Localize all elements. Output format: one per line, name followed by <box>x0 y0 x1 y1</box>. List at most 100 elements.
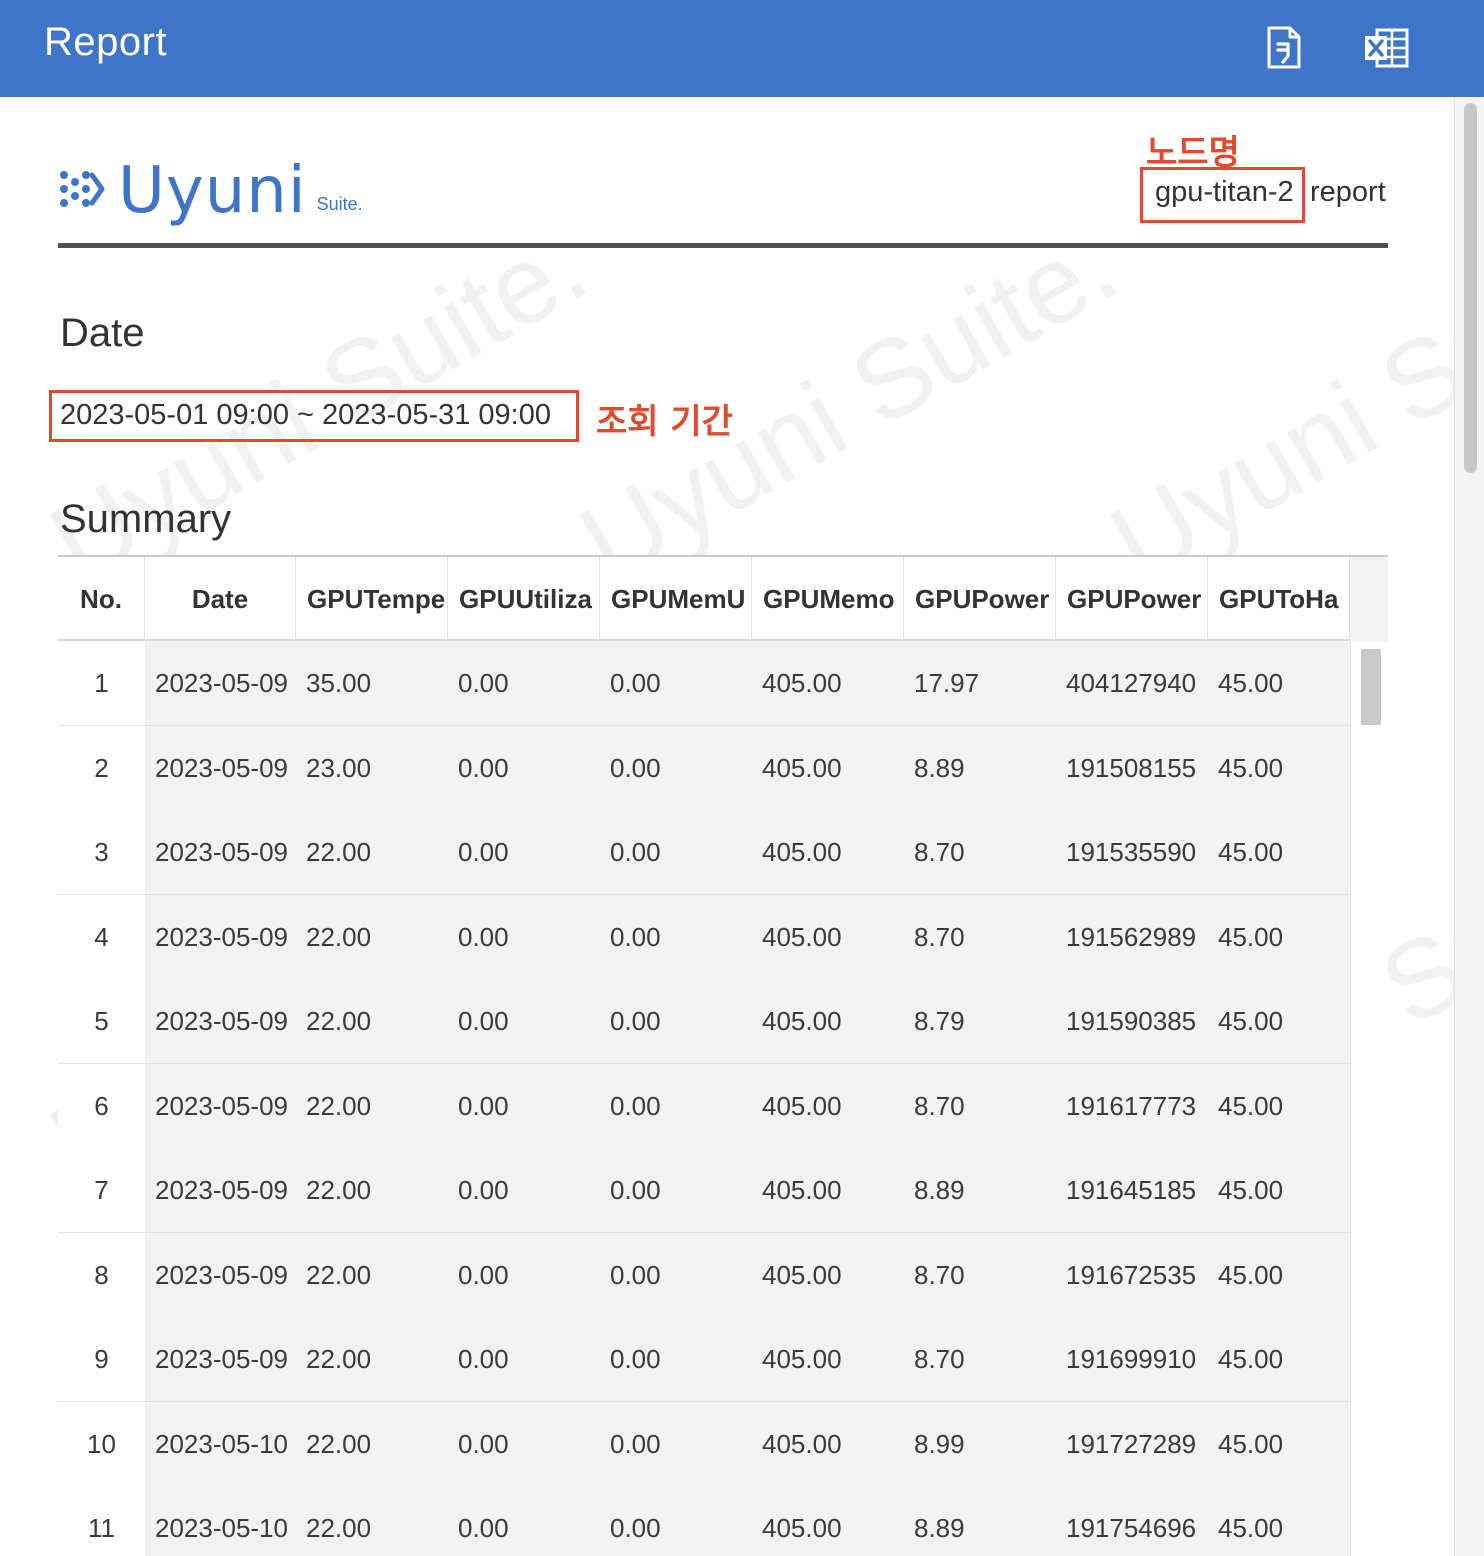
table-scrollbar-thumb[interactable] <box>1361 649 1381 725</box>
table-cell: 405.00 <box>762 1259 842 1290</box>
row-number: 6 <box>58 1063 145 1148</box>
row-number: 1 <box>58 641 145 725</box>
row-number: 2 <box>58 725 145 810</box>
column-header[interactable]: GPUToHa <box>1208 557 1350 641</box>
table-cell: 405.00 <box>762 1090 842 1121</box>
table-cell: 22.00 <box>306 837 372 867</box>
file-excel-icon[interactable] <box>1362 24 1410 72</box>
table-cell: 23.00 <box>306 752 372 783</box>
column-header[interactable]: GPUPower <box>1056 557 1208 641</box>
table-row[interactable]: 4 2023-05-09 22.00 0.00 0.00 405.00 8.70 191562… <box>58 894 1350 979</box>
table-cell: 0.00 <box>610 1090 661 1121</box>
table-cell: 8.70 <box>914 1090 965 1121</box>
row-number: 3 <box>58 810 145 894</box>
table-cell: 0.00 <box>458 1175 509 1205</box>
logo-suffix: Suite. <box>316 194 363 214</box>
table-cell: 2023-05-09 <box>155 837 288 867</box>
table-cell: 191672535 <box>1066 1259 1197 1290</box>
row-number: 5 <box>58 979 145 1063</box>
row-number: 7 <box>58 1148 145 1232</box>
table-cell: 45.00 <box>1218 1259 1284 1290</box>
table-row[interactable]: 8 2023-05-09 22.00 0.00 0.00 405.00 8.70 191672… <box>58 1232 1350 1317</box>
column-header[interactable]: GPUMemU <box>600 557 752 641</box>
column-header[interactable]: Date <box>145 557 296 641</box>
table-cell: 191699910 <box>1066 1344 1197 1374</box>
page-scrollbar[interactable] <box>1454 97 1484 1556</box>
table-scrollbar[interactable] <box>1350 641 1388 1556</box>
summary-section-title: Summary <box>60 497 232 541</box>
table-cell: 2023-05-10 <box>155 1513 288 1543</box>
table-cell: 191508155 <box>1066 752 1197 783</box>
table-cell: 0.00 <box>458 1006 509 1036</box>
table-cell: 45.00 <box>1218 668 1284 698</box>
table-cell: 45.00 <box>1218 1006 1284 1036</box>
table-cell: 22.00 <box>306 1259 372 1290</box>
table-row[interactable]: 6 2023-05-09 22.00 0.00 0.00 405.00 8.70 191617… <box>58 1063 1350 1148</box>
table-cell: 2023-05-09 <box>155 1344 288 1374</box>
table-row[interactable]: 2 2023-05-09 23.00 0.00 0.00 405.00 8.89 191508… <box>58 725 1350 810</box>
table-cell: 2023-05-09 <box>155 921 288 952</box>
table-cell: 8.99 <box>914 1428 965 1459</box>
table-cell: 0.00 <box>458 752 509 783</box>
date-range: 2023-05-01 09:00 ~ 2023-05-31 09:00 <box>60 399 551 431</box>
table-cell: 0.00 <box>610 1344 661 1374</box>
table-cell: 191562989 <box>1066 921 1197 952</box>
table-row[interactable]: 3 2023-05-09 22.00 0.00 0.00 405.00 8.70 191535… <box>58 810 1350 895</box>
table-cell: 405.00 <box>762 1344 842 1374</box>
table-cell: 0.00 <box>610 1513 661 1543</box>
table-cell: 0.00 <box>610 1006 661 1036</box>
table-cell: 191754696 <box>1066 1513 1197 1543</box>
summary-table[interactable]: No. Date GPUTempe GPUUtiliza GPUMemU GPU… <box>58 555 1388 1556</box>
date-section-title: Date <box>60 311 145 355</box>
table-cell: 404127940 <box>1066 668 1197 698</box>
table-row[interactable]: 9 2023-05-09 22.00 0.00 0.00 405.00 8.70 191699… <box>58 1317 1350 1402</box>
table-cell: 191617773 <box>1066 1090 1197 1121</box>
table-cell: 35.00 <box>306 668 372 698</box>
column-header[interactable]: GPUTempe <box>296 557 448 641</box>
table-cell: 405.00 <box>762 1175 842 1205</box>
table-cell: 22.00 <box>306 1513 372 1543</box>
table-row[interactable]: 7 2023-05-09 22.00 0.00 0.00 405.00 8.89 191645… <box>58 1148 1350 1233</box>
table-body: 1 2023-05-09 35.00 0.00 0.00 405.00 17.97 40412… <box>58 641 1350 1556</box>
report-title: Report <box>44 20 168 64</box>
table-row[interactable]: 5 2023-05-09 22.00 0.00 0.00 405.00 8.79 191590… <box>58 979 1350 1064</box>
table-cell: 405.00 <box>762 837 842 867</box>
column-header[interactable]: No. <box>58 557 145 641</box>
table-cell: 22.00 <box>306 1006 372 1036</box>
table-cell: 45.00 <box>1218 1428 1284 1459</box>
table-cell: 22.00 <box>306 1175 372 1205</box>
node-report-label: report <box>1310 176 1386 208</box>
uyuni-logo: Uyuni Suite. <box>58 157 363 223</box>
row-number: 4 <box>58 894 145 979</box>
table-row[interactable]: 1 2023-05-09 35.00 0.00 0.00 405.00 17.97 40412… <box>58 641 1350 726</box>
page-scrollbar-thumb[interactable] <box>1464 103 1477 473</box>
table-cell: 405.00 <box>762 752 842 783</box>
row-number: 8 <box>58 1232 145 1317</box>
table-cell: 8.70 <box>914 1259 965 1290</box>
table-cell: 405.00 <box>762 1428 842 1459</box>
table-cell: 8.89 <box>914 752 965 783</box>
table-row[interactable]: 11 2023-05-10 22.00 0.00 0.00 405.00 8.89 19175… <box>58 1486 1350 1556</box>
table-row[interactable]: 10 2023-05-10 22.00 0.00 0.00 405.00 8.99 19172… <box>58 1401 1350 1486</box>
uyuni-logo-mark-icon <box>60 171 105 207</box>
row-number: 10 <box>58 1401 145 1486</box>
table-cell: 0.00 <box>458 1344 509 1374</box>
column-header[interactable]: GPUUtiliza <box>448 557 600 641</box>
table-cell: 191645185 <box>1066 1175 1197 1205</box>
table-header: No. Date GPUTempe GPUUtiliza GPUMemU GPU… <box>58 557 1350 641</box>
report-content[interactable]: Uyuni Suite. Uyuni Suite. Uyuni Suite. U… <box>0 97 1484 1556</box>
table-cell: 0.00 <box>458 668 509 698</box>
table-cell: 0.00 <box>610 668 661 698</box>
table-cell: 45.00 <box>1218 752 1284 783</box>
table-cell: 45.00 <box>1218 1175 1284 1205</box>
file-pdf-icon[interactable] <box>1260 24 1308 72</box>
table-cell: 2023-05-09 <box>155 1175 288 1205</box>
table-cell: 8.70 <box>914 921 965 952</box>
table-header-scroll-gutter <box>1350 557 1388 641</box>
table-cell: 8.70 <box>914 1344 965 1374</box>
column-header[interactable]: GPUPower <box>904 557 1056 641</box>
table-cell: 45.00 <box>1218 921 1284 952</box>
node-name: gpu-titan-2 <box>1155 176 1294 208</box>
column-header[interactable]: GPUMemo <box>752 557 904 641</box>
table-cell: 2023-05-09 <box>155 1259 288 1290</box>
